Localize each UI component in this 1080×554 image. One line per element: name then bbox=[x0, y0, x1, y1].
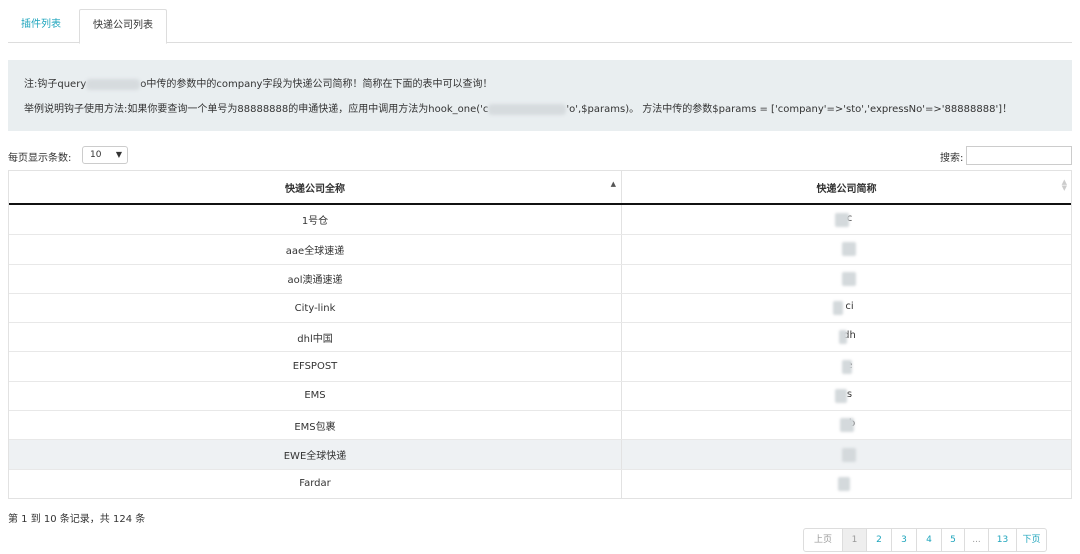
table-row: Fardar bbox=[9, 468, 1071, 498]
cell-abbreviation: c bbox=[622, 205, 1071, 234]
redacted-blur bbox=[839, 330, 848, 345]
table-row: EMS包裹 sb bbox=[9, 410, 1071, 440]
prev-page-button[interactable]: 上页 bbox=[804, 529, 842, 551]
notice-line-2-prefix: 举例说明钩子使用方法:如果你要查询一个单号为88888888的申通快递，应用中调… bbox=[24, 104, 489, 115]
cell-full-name: City-link bbox=[9, 293, 622, 323]
cell-abbreviation: dh bbox=[622, 323, 1071, 351]
cell-full-name: EMS bbox=[9, 381, 622, 411]
abbreviation-wrap: ci bbox=[833, 301, 854, 316]
redacted-blur bbox=[842, 242, 857, 257]
table-body: 1号仓 c aae全球速递 a aol澳通速递 a City-link ci dhl中国 dh EF… bbox=[9, 205, 1071, 498]
cell-abbreviation: a bbox=[622, 265, 1071, 293]
cell-abbreviation: s bbox=[622, 382, 1071, 410]
table-row: EWE全球快递 e bbox=[9, 439, 1071, 469]
table-row: aol澳通速递 a bbox=[9, 263, 1071, 293]
page-button-3[interactable]: 3 bbox=[891, 529, 916, 551]
cell-full-name: EFSPOST bbox=[9, 352, 622, 381]
page-length-label: 每页显示条数: bbox=[8, 153, 72, 164]
table-row: aae全球速递 a bbox=[9, 234, 1071, 264]
redacted-blur bbox=[86, 78, 141, 90]
redacted-blur bbox=[837, 476, 850, 491]
cell-full-name: EWE全球快递 bbox=[9, 440, 622, 469]
table-row: EMS s bbox=[9, 380, 1071, 411]
cell-full-name: EMS包裹 bbox=[9, 411, 622, 440]
redacted-blur bbox=[834, 388, 847, 403]
abbreviation-wrap: c bbox=[834, 212, 852, 227]
cell-abbreviation: a bbox=[622, 235, 1071, 263]
abbreviation-wrap: a bbox=[840, 271, 857, 286]
column-header-full-name[interactable]: 快递公司全称 ▲ bbox=[9, 171, 622, 203]
cell-full-name: Fardar bbox=[9, 469, 622, 498]
notice-line-1-suffix: o中传的参数中的company字段为快递公司简称！简称在下面的表中可以查询！ bbox=[140, 79, 493, 90]
cell-abbreviation: e bbox=[622, 440, 1071, 468]
notice-line-2: 举例说明钩子使用方法:如果你要查询一个单号为88888888的申通快递，应用中调… bbox=[24, 100, 1012, 115]
chevron-down-icon: ▼ bbox=[115, 150, 122, 159]
redacted-blur bbox=[842, 359, 853, 374]
search-label: 搜索: bbox=[940, 153, 964, 164]
page-length-value: 10 bbox=[90, 150, 102, 160]
abbreviation-wrap: sb bbox=[838, 418, 855, 433]
page-button-1[interactable]: 1 bbox=[842, 529, 866, 551]
cell-full-name: aae全球速递 bbox=[9, 235, 622, 264]
column-header-label: 快递公司简称 bbox=[816, 183, 877, 195]
table-row: EFSPOST e bbox=[9, 351, 1071, 381]
page-length-select[interactable]: 10 ▼ bbox=[82, 146, 128, 164]
sort-both-icon: ▲ ▼ bbox=[1061, 178, 1067, 192]
cell-abbreviation: ci bbox=[622, 294, 1071, 322]
tab-plugin-list[interactable]: 插件列表 bbox=[8, 9, 74, 43]
pagination: 上页 1 2 3 4 5... 13 下页 bbox=[803, 528, 1047, 552]
page-button-13[interactable]: 13 bbox=[988, 529, 1016, 551]
cell-full-name: aol澳通速递 bbox=[9, 264, 622, 293]
notice-line-1: 注:钩子query o中传的参数中的company字段为快递公司简称！简称在下面的… bbox=[24, 75, 492, 90]
column-header-abbreviation[interactable]: 快递公司简称 ▲ ▼ bbox=[622, 171, 1071, 203]
page-button-5[interactable]: 5 bbox=[941, 529, 964, 551]
abbreviation-wrap: dh bbox=[837, 330, 856, 345]
express-company-table: 快递公司全称 ▲ 快递公司简称 ▲▼ 1号仓caae全球速递aaol澳通速递aC… bbox=[8, 170, 1072, 499]
redacted-blur bbox=[842, 271, 857, 286]
abbreviation-wrap: s bbox=[834, 388, 852, 403]
table-row: 1号仓 c bbox=[9, 205, 1071, 235]
redacted-blur bbox=[834, 212, 849, 227]
cell-abbreviation: sb bbox=[622, 411, 1071, 439]
notice-line-2-rest: 'o',$params)。 方法中传的参数$params = ['company… bbox=[566, 104, 1013, 115]
redacted-blur bbox=[842, 447, 857, 462]
search-input[interactable] bbox=[966, 146, 1072, 165]
cell-full-name: 1号仓 bbox=[9, 205, 622, 235]
abbreviation-wrap: a bbox=[840, 242, 857, 257]
page-button-2[interactable]: 2 bbox=[866, 529, 891, 551]
next-page-button[interactable]: 下页 bbox=[1016, 529, 1046, 551]
cell-full-name: dhl中国 bbox=[9, 323, 622, 352]
cell-abbreviation bbox=[622, 470, 1071, 498]
sort-asc-icon: ▲ bbox=[610, 180, 616, 188]
page-button-4[interactable]: 4 bbox=[916, 529, 941, 551]
abbreviation-wrap: e bbox=[840, 359, 853, 374]
notice-line-1-prefix: 注:钩子query bbox=[24, 79, 87, 90]
redacted-blur bbox=[839, 418, 854, 433]
notice-panel: 注:钩子query o中传的参数中的company字段为快递公司简称！简称在下面的… bbox=[8, 60, 1072, 131]
redacted-blur bbox=[833, 301, 844, 316]
column-header-label: 快递公司全称 bbox=[285, 183, 345, 195]
cell-abbreviation: e bbox=[622, 352, 1071, 380]
abbreviation-wrap: e bbox=[840, 447, 857, 462]
redacted-blur bbox=[488, 103, 567, 115]
table-header: 快递公司全称 ▲ 快递公司简称 ▲ ▼ bbox=[9, 171, 1071, 205]
abbreviation-wrap bbox=[837, 476, 850, 491]
tab-bar: 插件列表 快递公司列表 bbox=[8, 9, 1072, 44]
table-info: 第 1 到 10 条记录，共 124 条 bbox=[8, 514, 146, 525]
page-ellipsis: ... bbox=[964, 529, 988, 551]
table-row: City-link ci bbox=[9, 292, 1071, 323]
table-row: dhl中国 dh bbox=[9, 322, 1071, 352]
tab-express-company-list[interactable]: 快递公司列表 bbox=[79, 9, 167, 44]
